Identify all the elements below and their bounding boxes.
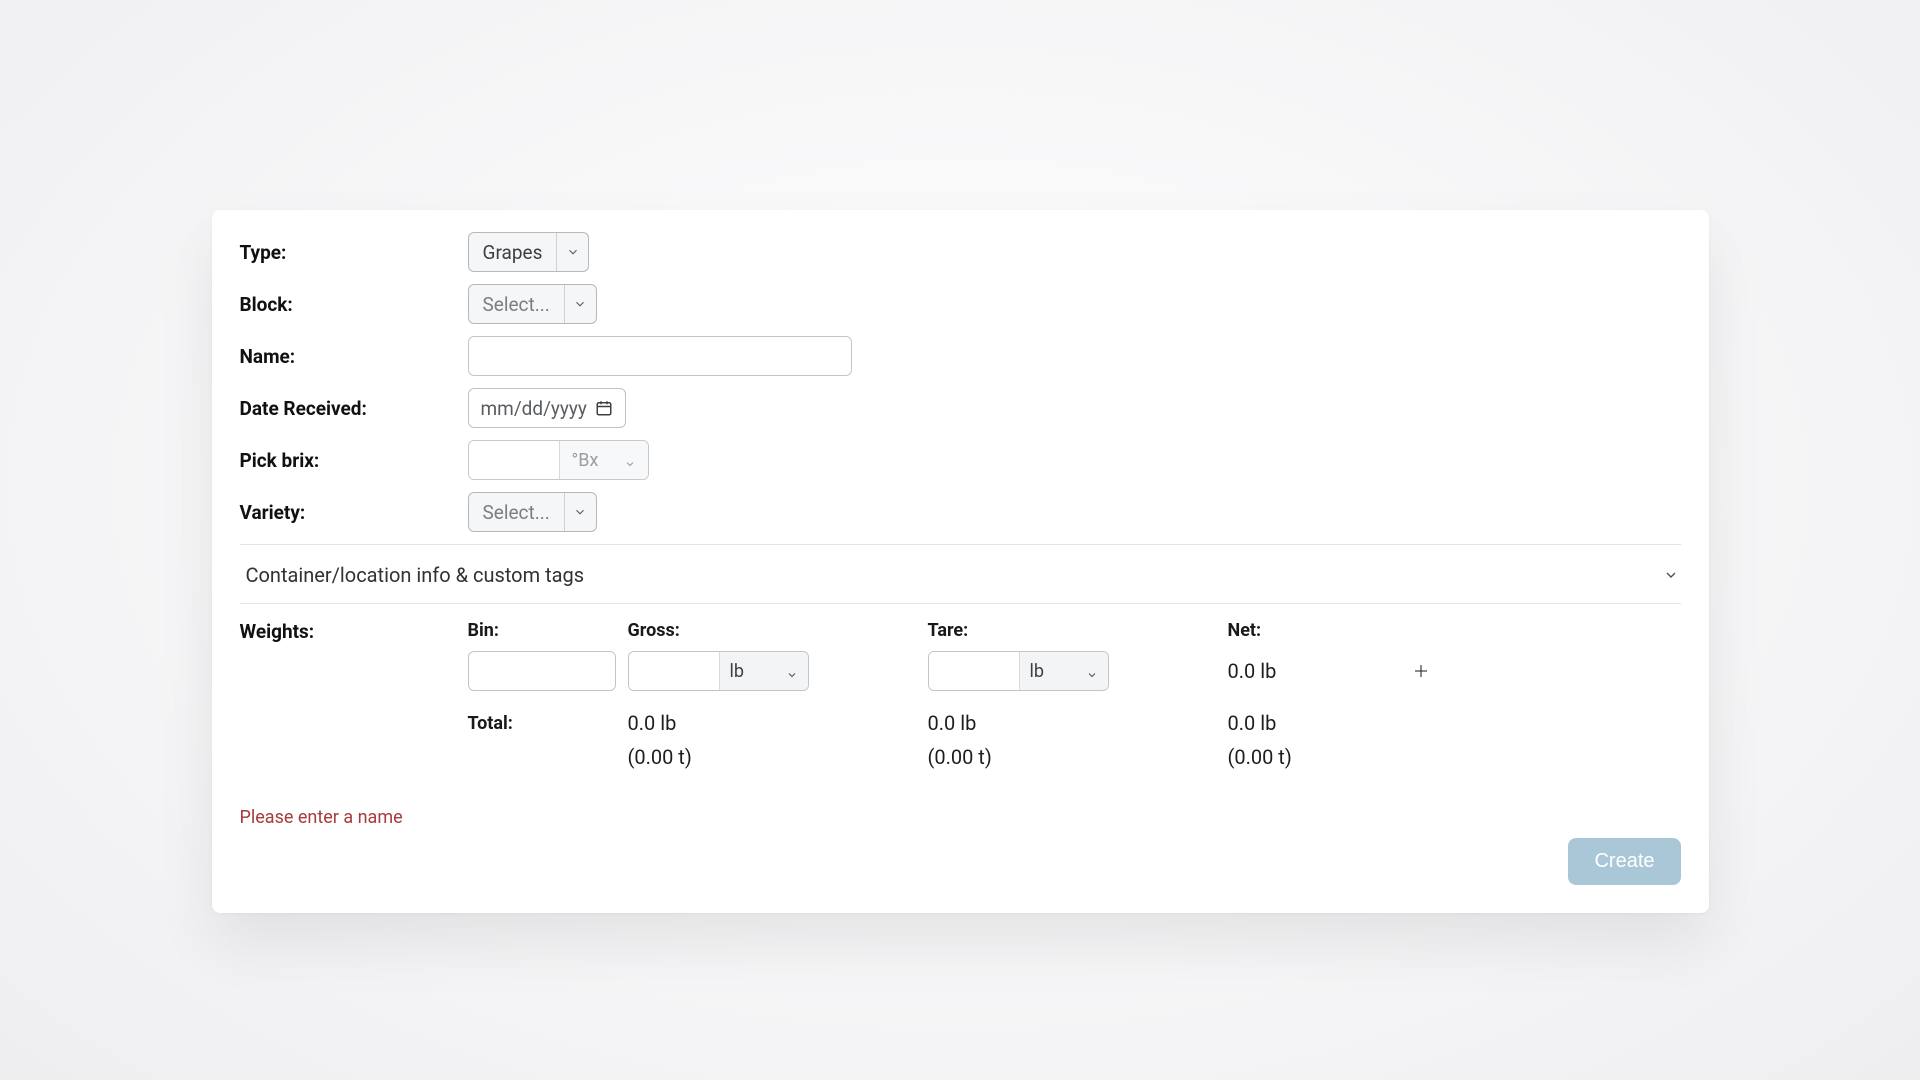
chevron-down-icon — [786, 665, 798, 677]
name-input[interactable] — [468, 336, 852, 376]
total-label: Total: — [468, 713, 628, 734]
accordion-title: Container/location info & custom tags — [246, 563, 585, 587]
pick-brix-input[interactable] — [469, 441, 559, 480]
chevron-down-icon — [1663, 567, 1679, 583]
total-gross: 0.0 lb — [628, 711, 928, 735]
gross-unit-select[interactable]: lb — [719, 652, 808, 690]
row-variety: Variety: Select... — [240, 492, 1681, 532]
variety-select[interactable]: Select... — [468, 492, 597, 532]
row-type: Type: Grapes — [240, 232, 1681, 272]
tare-input-group: lb — [928, 651, 1109, 691]
tare-input[interactable] — [929, 652, 1019, 691]
gross-input[interactable] — [629, 652, 719, 691]
total-tare: 0.0 lb — [928, 711, 1228, 735]
total-net-tons: (0.00 t) — [1228, 745, 1408, 769]
accordion-container-info[interactable]: Container/location info & custom tags — [240, 557, 1681, 604]
weights-total-row: Total: 0.0 lb 0.0 lb 0.0 lb — [468, 711, 1681, 735]
create-button[interactable]: Create — [1568, 838, 1680, 885]
pick-brix-input-group: °Bx — [468, 440, 650, 480]
total-tare-tons: (0.00 t) — [928, 745, 1228, 769]
label-type: Type: — [240, 241, 468, 264]
chevron-down-icon — [624, 454, 636, 466]
calendar-icon — [595, 399, 613, 417]
type-select[interactable]: Grapes — [468, 232, 590, 272]
variety-select-placeholder: Select... — [469, 493, 564, 531]
label-name: Name: — [240, 345, 468, 368]
block-select[interactable]: Select... — [468, 284, 597, 324]
chevron-down-icon — [564, 285, 596, 323]
gross-unit-text: lb — [730, 661, 744, 682]
pick-brix-unit-text: °Bx — [572, 450, 599, 471]
row-pick-brix: Pick brix: °Bx — [240, 440, 1681, 480]
date-placeholder-text: mm/dd/yyyy — [481, 397, 587, 420]
validation-error: Please enter a name — [240, 807, 1681, 828]
weights-ton-row: (0.00 t) (0.00 t) (0.00 t) — [468, 745, 1681, 769]
form-panel: Type: Grapes Block: Select... Name: Date… — [212, 210, 1709, 913]
pick-brix-unit-select[interactable]: °Bx — [559, 441, 649, 479]
header-gross: Gross: — [628, 620, 928, 641]
label-variety: Variety: — [240, 501, 468, 524]
row-name: Name: — [240, 336, 1681, 376]
net-value: 0.0 lb — [1228, 659, 1408, 683]
total-net: 0.0 lb — [1228, 711, 1408, 735]
weights-section: Weights: Bin: Gross: Tare: Net: lb — [240, 604, 1681, 769]
type-select-value: Grapes — [469, 233, 557, 271]
gross-input-group: lb — [628, 651, 809, 691]
section-divider: Container/location info & custom tags — [240, 544, 1681, 604]
chevron-down-icon — [564, 493, 596, 531]
total-gross-tons: (0.00 t) — [628, 745, 928, 769]
row-date-received: Date Received: mm/dd/yyyy — [240, 388, 1681, 428]
weights-header-row: Bin: Gross: Tare: Net: — [468, 620, 1681, 641]
header-net: Net: — [1228, 620, 1408, 641]
row-block: Block: Select... — [240, 284, 1681, 324]
weights-grid: Bin: Gross: Tare: Net: lb — [468, 620, 1681, 769]
add-row-button[interactable] — [1408, 658, 1434, 684]
tare-unit-text: lb — [1030, 661, 1044, 682]
tare-unit-select[interactable]: lb — [1019, 652, 1108, 690]
header-bin: Bin: — [468, 620, 628, 641]
header-tare: Tare: — [928, 620, 1228, 641]
footer-row: Create — [240, 838, 1681, 885]
bin-input[interactable] — [468, 651, 616, 691]
chevron-down-icon — [556, 233, 588, 271]
label-weights: Weights: — [240, 620, 468, 769]
chevron-down-icon — [1086, 665, 1098, 677]
label-date-received: Date Received: — [240, 397, 468, 420]
label-block: Block: — [240, 293, 468, 316]
label-pick-brix: Pick brix: — [240, 449, 468, 472]
date-received-input[interactable]: mm/dd/yyyy — [468, 388, 626, 428]
block-select-placeholder: Select... — [469, 285, 564, 323]
weights-input-row: lb lb — [468, 651, 1681, 691]
